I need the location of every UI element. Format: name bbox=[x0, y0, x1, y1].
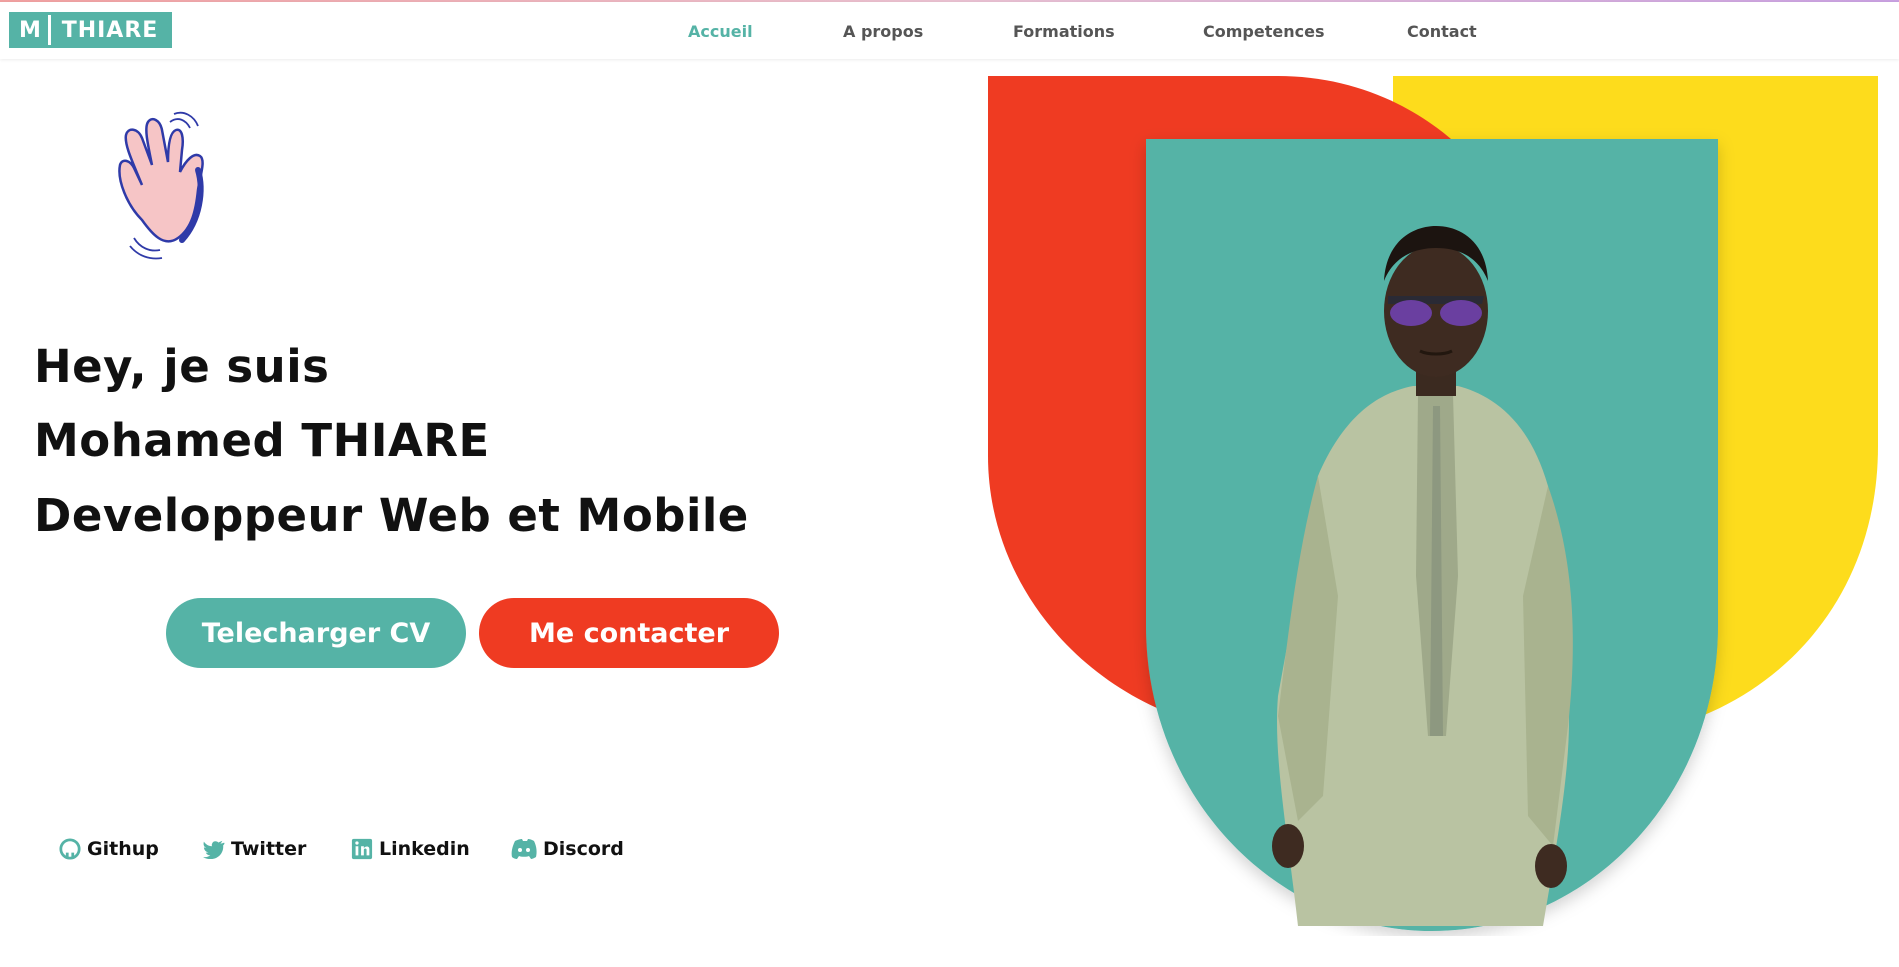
hero-name: Mohamed THIARE bbox=[34, 414, 490, 467]
social-link-linkedin[interactable]: Linkedin bbox=[351, 838, 470, 860]
download-cv-button[interactable]: Telecharger CV bbox=[166, 598, 466, 668]
social-label: Twitter bbox=[231, 838, 307, 860]
nav-contact[interactable]: Contact bbox=[1407, 22, 1477, 41]
site-logo[interactable]: M THIARE bbox=[9, 12, 172, 48]
hero-art bbox=[988, 76, 1878, 931]
logo-initial: M bbox=[12, 15, 48, 45]
social-label: Githup bbox=[87, 838, 159, 860]
nav-formations[interactable]: Formations bbox=[1013, 22, 1115, 41]
site-header: M THIARE Accueil A propos Formations Com… bbox=[0, 2, 1899, 59]
linkedin-icon bbox=[351, 838, 373, 860]
twitter-icon bbox=[203, 840, 225, 859]
social-label: Discord bbox=[543, 838, 624, 860]
hero-greeting: Hey, je suis bbox=[34, 340, 330, 393]
nav-accueil[interactable]: Accueil bbox=[688, 22, 753, 41]
waving-hand-icon bbox=[118, 111, 204, 260]
hero-role: Developpeur Web et Mobile bbox=[34, 489, 749, 542]
nav-competences[interactable]: Competences bbox=[1203, 22, 1324, 41]
social-label: Linkedin bbox=[379, 838, 470, 860]
social-link-github[interactable]: Githup bbox=[59, 838, 159, 860]
contact-me-button[interactable]: Me contacter bbox=[479, 598, 779, 668]
github-icon bbox=[59, 838, 81, 860]
discord-icon bbox=[511, 839, 537, 859]
social-link-discord[interactable]: Discord bbox=[511, 838, 624, 860]
social-link-twitter[interactable]: Twitter bbox=[203, 838, 306, 860]
hero-first-name: Mohamed bbox=[34, 414, 286, 467]
hero-last-name: THIARE bbox=[301, 414, 490, 467]
logo-name: THIARE bbox=[51, 15, 169, 45]
nav-a-propos[interactable]: A propos bbox=[843, 22, 923, 41]
